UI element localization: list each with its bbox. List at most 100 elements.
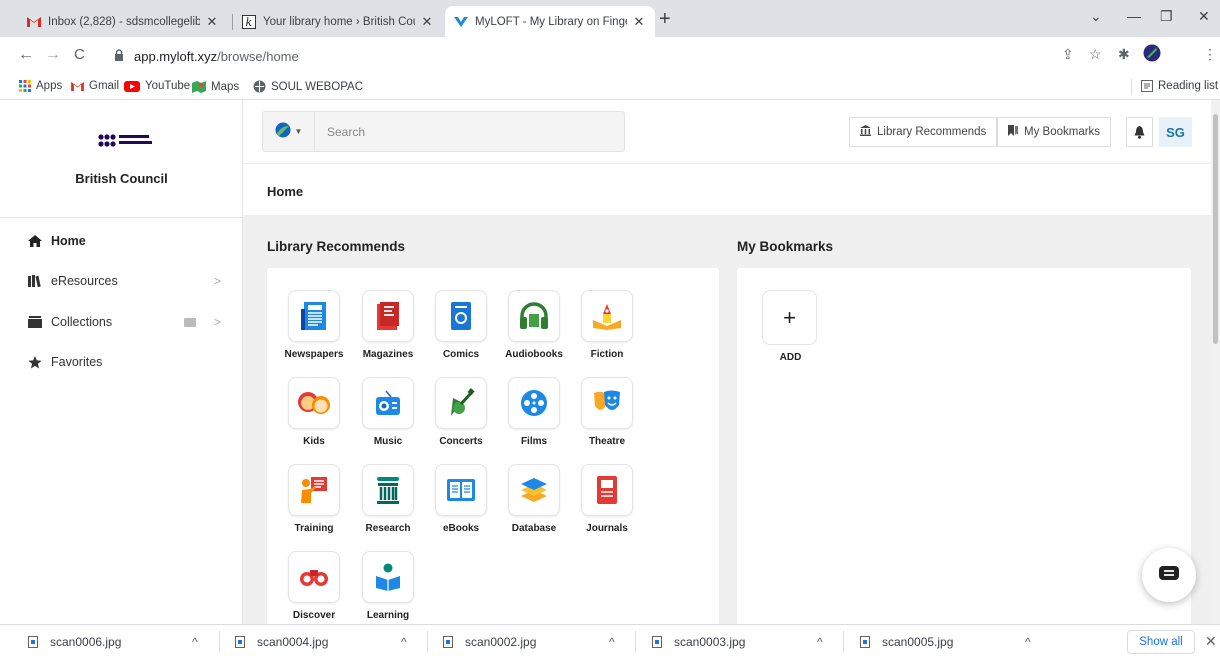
category-journals[interactable]: Journals (572, 464, 642, 534)
scrollbar-thumb[interactable] (1213, 114, 1218, 344)
reading-list-label: Reading list (1158, 80, 1219, 92)
sidebar-item-eresources[interactable]: eResources > (0, 263, 243, 299)
bookmark-apps[interactable]: Apps (19, 80, 62, 92)
category-training[interactable]: Training (279, 464, 349, 534)
bookmark-label: Apps (36, 80, 63, 92)
page-title: Home (267, 184, 304, 199)
my-bookmarks-label: My Bookmarks (1024, 126, 1101, 138)
minimize-icon[interactable]: — (1127, 8, 1141, 24)
show-all-button[interactable]: Show all (1127, 630, 1195, 654)
sidebar-item-collections[interactable]: Collections > (0, 304, 243, 340)
category-comics[interactable]: Comics (426, 290, 496, 360)
category-kids[interactable]: Kids (279, 377, 349, 447)
page-scrollbar[interactable] (1211, 100, 1220, 624)
download-filename: scan0002.jpg (465, 634, 537, 649)
svg-text:k: k (246, 16, 253, 29)
url-text: app.myloft.xyz/browse/home (134, 49, 299, 64)
chevron-up-icon[interactable]: ^ (1025, 635, 1031, 649)
notification-bell-icon[interactable] (1126, 117, 1153, 147)
chevron-up-icon[interactable]: ^ (401, 635, 407, 649)
extensions-icon[interactable]: ✱ (1118, 46, 1130, 63)
reader-icon (362, 551, 414, 603)
tab-british-council[interactable]: k Your library home › British Counc ✕ (233, 6, 443, 37)
download-filename: scan0006.jpg (50, 634, 122, 649)
my-bookmarks-panel: + ADD (737, 268, 1191, 624)
close-icon[interactable]: ✕ (1205, 633, 1217, 650)
category-label: Research (365, 523, 411, 534)
menu-kebab-icon[interactable]: ⋮ (1203, 46, 1217, 63)
radio-icon (362, 377, 414, 429)
category-concerts[interactable]: Concerts (426, 377, 496, 447)
download-item[interactable]: scan0004.jpg ^ (235, 625, 420, 657)
download-item[interactable]: scan0002.jpg ^ (443, 625, 628, 657)
category-theatre[interactable]: Theatre (572, 377, 642, 447)
search-input[interactable]: Search (327, 125, 365, 139)
star-bookmark-icon[interactable]: ☆ (1089, 46, 1102, 63)
download-item[interactable]: scan0006.jpg ^ (28, 625, 213, 657)
new-tab-button[interactable]: + (659, 9, 671, 29)
category-research[interactable]: Research (353, 464, 423, 534)
back-icon[interactable]: ← (18, 46, 34, 64)
close-icon[interactable]: ✕ (204, 14, 220, 30)
folder-icon (184, 317, 196, 327)
bookmark-youtube[interactable]: YouTube (124, 80, 190, 92)
category-music[interactable]: Music (353, 377, 423, 447)
my-bookmarks-button[interactable]: My Bookmarks (997, 117, 1112, 147)
category-label: Training (294, 523, 334, 534)
category-database[interactable]: Database (499, 464, 569, 534)
close-icon[interactable]: ✕ (631, 14, 647, 30)
chat-button[interactable] (1142, 548, 1196, 602)
profile-icon[interactable] (1143, 44, 1161, 65)
category-fiction[interactable]: Fiction (572, 290, 642, 360)
avatar[interactable]: SG (1159, 117, 1192, 147)
guitar-icon (435, 377, 487, 429)
window-close-icon[interactable]: ✕ (1198, 8, 1210, 25)
category-label: Database (511, 523, 557, 534)
close-icon[interactable]: ✕ (419, 14, 435, 30)
bookmarks-bar: Apps Gmail YouTube Maps SOUL WEBOPAC Rea… (0, 75, 1220, 100)
reading-list-button[interactable]: Reading list (1141, 80, 1218, 92)
theatre-mask-icon (581, 377, 633, 429)
category-films[interactable]: Films (499, 377, 569, 447)
category-ebooks[interactable]: eBooks (426, 464, 496, 534)
newspaper-icon (288, 290, 340, 342)
bookmark-gmail[interactable]: Gmail (71, 80, 119, 92)
category-magazines[interactable]: Magazines (353, 290, 423, 360)
binoculars-icon (288, 551, 340, 603)
chat-icon (1159, 565, 1179, 585)
books-icon (27, 275, 43, 287)
tab-myloft[interactable]: MyLOFT - My Library on Finger T ✕ (445, 6, 655, 37)
sidebar-item-favorites[interactable]: Favorites (0, 344, 243, 380)
category-learning[interactable]: Learning (353, 551, 423, 621)
sidebar-item-home[interactable]: Home (0, 223, 243, 259)
forward-icon[interactable]: → (45, 46, 61, 64)
my-bookmarks-heading: My Bookmarks (737, 239, 834, 254)
category-audiobooks[interactable]: Audiobooks (499, 290, 569, 360)
download-item[interactable]: scan0005.jpg ^ (860, 625, 1045, 657)
reload-icon[interactable]: C (74, 46, 85, 63)
category-label: Kids (303, 436, 325, 447)
chevron-up-icon[interactable]: ^ (817, 635, 823, 649)
download-shelf: scan0006.jpg ^ scan0004.jpg ^ scan0002.j… (0, 624, 1220, 657)
chevron-up-icon[interactable]: ^ (609, 635, 615, 649)
category-label: Newspapers (284, 349, 344, 360)
tab-title: MyLOFT - My Library on Finger T (475, 15, 627, 28)
restore-icon[interactable]: ❐ (1160, 8, 1173, 25)
bookmark-maps[interactable]: Maps (192, 80, 239, 94)
plus-icon: + (762, 290, 817, 345)
chevron-up-icon[interactable]: ^ (192, 635, 198, 649)
bookmark-soul-webopac[interactable]: SOUL WEBOPAC (253, 80, 363, 93)
add-bookmark-button[interactable]: + ADD (762, 290, 819, 363)
bookmark-label: Maps (211, 81, 240, 93)
share-icon[interactable]: ⇪ (1062, 46, 1074, 63)
tab-gmail[interactable]: Inbox (2,828) - sdsmcollegelibrar ✕ (18, 6, 228, 37)
org-name: British Council (75, 171, 168, 186)
library-recommends-button[interactable]: Library Recommends (849, 117, 998, 147)
tab-search-icon[interactable]: ⌄ (1090, 8, 1102, 25)
image-file-icon (652, 635, 662, 648)
search-source-select[interactable]: ▼ (263, 112, 315, 151)
sidebar-item-label: eResources (51, 274, 118, 288)
category-newspapers[interactable]: Newspapers (279, 290, 349, 360)
category-discover[interactable]: Discover (279, 551, 349, 621)
download-item[interactable]: scan0003.jpg ^ (652, 625, 837, 657)
